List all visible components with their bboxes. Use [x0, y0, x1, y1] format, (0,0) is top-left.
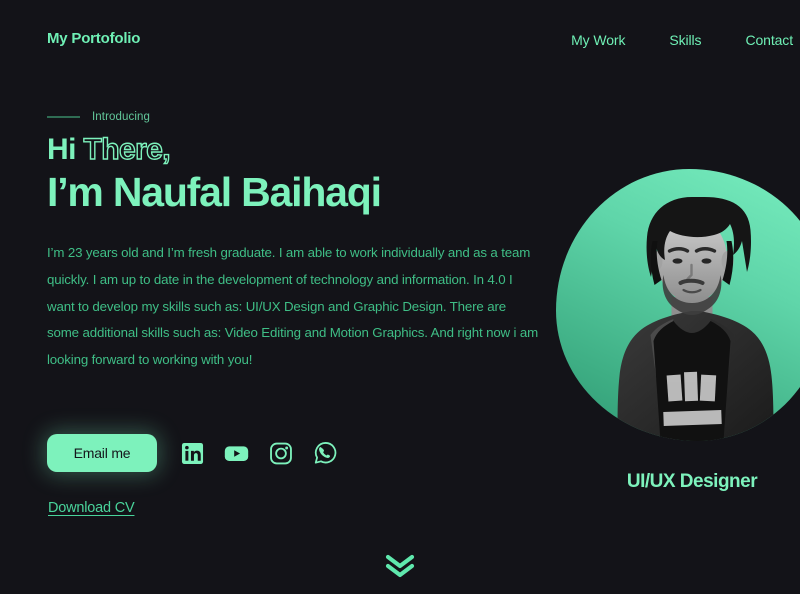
role-label: UI/UX Designer — [626, 471, 758, 492]
hero-name: I’m Naufal Baihaqi — [47, 169, 382, 216]
email-me-button[interactable]: Email me — [47, 434, 157, 472]
hero-greeting-outline: There, — [83, 133, 171, 167]
hero-greeting: Hi There, — [47, 133, 547, 167]
hero-text-block: Introducing Hi There, I’m Naufal Baihaqi… — [47, 108, 547, 373]
double-chevron-down-icon[interactable] — [383, 553, 417, 579]
nav-link-my-work[interactable]: My Work — [571, 32, 625, 48]
hero-actions: Email me — [47, 434, 338, 472]
nav-link-skills[interactable]: Skills — [669, 32, 701, 48]
download-cv-link[interactable]: Download CV — [48, 500, 135, 516]
blob-background — [556, 169, 800, 441]
portrait-blob — [556, 169, 800, 441]
whatsapp-icon[interactable] — [313, 441, 338, 465]
social-links — [181, 441, 338, 465]
nav-link-contact[interactable]: Contact — [745, 32, 793, 48]
eyebrow-label: Introducing — [92, 111, 150, 123]
site-logo[interactable]: My Portofolio — [47, 30, 140, 47]
eyebrow: Introducing — [47, 108, 547, 126]
nav-links: My Work Skills Contact — [571, 32, 793, 48]
portrait-photo — [617, 197, 774, 441]
navbar: My Portofolio My Work Skills Contact — [0, 0, 800, 78]
instagram-icon[interactable] — [269, 442, 293, 465]
hero-bio-paragraph: I’m 23 years old and I’m fresh graduate.… — [47, 245, 539, 367]
eyebrow-dash-line — [47, 116, 80, 118]
hero-greeting-solid: Hi — [47, 133, 84, 166]
youtube-icon[interactable] — [224, 442, 249, 465]
linkedin-icon[interactable] — [181, 442, 204, 465]
